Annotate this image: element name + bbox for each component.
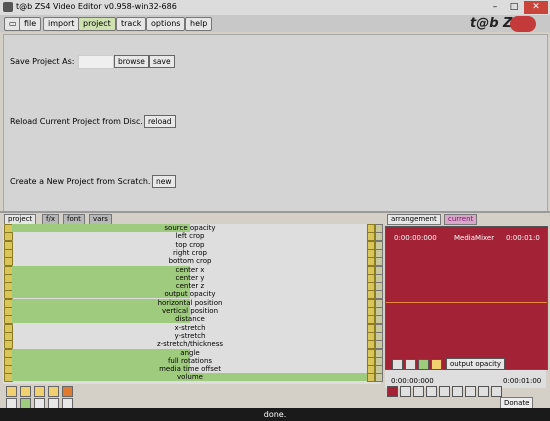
snap-icon[interactable]	[491, 386, 502, 397]
tab-arrangement[interactable]: arrangement	[387, 214, 441, 225]
property-label: center z	[175, 282, 205, 291]
window-title: t@b ZS4 Video Editor v0.958-win32-686	[16, 2, 177, 11]
property-label: output opacity	[164, 290, 216, 299]
menu-project[interactable]: project	[78, 17, 116, 31]
record-icon[interactable]	[387, 386, 398, 397]
property-label: bottom crop	[168, 257, 212, 266]
menu-import[interactable]: import	[43, 17, 80, 31]
property-list: source opacity left crop top crop right cro…	[3, 224, 383, 384]
close-icon[interactable]: ✕	[524, 1, 548, 14]
project-panel: Save Project As: browse save Reload Curr…	[3, 34, 548, 212]
property-row[interactable]: top crop	[3, 240, 383, 250]
property-row[interactable]: center z	[3, 282, 383, 292]
save-icon[interactable]	[48, 386, 59, 397]
property-label: x-stretch	[174, 323, 206, 332]
timecode-right: 0:00:01:00	[503, 377, 542, 385]
menu-options[interactable]: options	[146, 17, 186, 31]
property-label: volume	[177, 373, 203, 382]
keyframe-icon[interactable]	[418, 359, 429, 370]
new-project-label: Create a New Project from Scratch.	[10, 177, 151, 186]
property-label: center y	[175, 273, 205, 282]
property-label: distance	[175, 315, 205, 324]
property-label: y-stretch	[174, 331, 206, 340]
cut-icon[interactable]	[400, 386, 411, 397]
lower-tabs: project f/x font vars	[4, 214, 134, 225]
app-icon	[3, 2, 13, 12]
property-label: right crop	[173, 248, 207, 257]
brand-emblem-icon	[510, 16, 536, 32]
property-row[interactable]: angle	[3, 348, 383, 358]
property-row[interactable]: vertical position	[3, 307, 383, 316]
title-bar: t@b ZS4 Video Editor v0.958-win32-686 – …	[0, 0, 550, 16]
nav-left-icon[interactable]	[6, 386, 17, 397]
media-mixer-label: MediaMixer	[454, 234, 495, 242]
save-button[interactable]: save	[149, 55, 175, 68]
zoom-icon[interactable]	[439, 386, 450, 397]
zoom-in-icon[interactable]	[465, 386, 476, 397]
property-row[interactable]: center x	[3, 265, 383, 275]
keyframe-toggle-icon[interactable]	[367, 373, 375, 383]
property-label: left crop	[175, 232, 205, 241]
maximize-icon[interactable]: □	[505, 1, 523, 14]
arrangement-toolbar	[385, 386, 546, 397]
arrangement-panel[interactable]: 0:00:00:000 MediaMixer 0:00:01:0 output …	[385, 226, 548, 370]
property-row[interactable]: full rotations	[3, 356, 383, 366]
save-project-input[interactable]	[78, 55, 114, 69]
grid-icon[interactable]	[478, 386, 489, 397]
arrangement-start-time: 0:00:00:000	[394, 234, 437, 242]
zoom-out-icon[interactable]	[452, 386, 463, 397]
property-row[interactable]: y-stretch	[3, 331, 383, 341]
panel-splitter[interactable]	[0, 211, 550, 213]
timecode-left: 0:00:00:000	[391, 377, 434, 385]
info-icon[interactable]	[392, 359, 403, 370]
reset-icon[interactable]	[375, 373, 383, 383]
property-row[interactable]: volume	[3, 373, 383, 383]
reload-button[interactable]: reload	[144, 115, 176, 128]
param-prev-icon[interactable]	[431, 359, 442, 370]
menu-file[interactable]: file	[19, 17, 42, 31]
property-label: vertical position	[161, 307, 219, 315]
new-button[interactable]: new	[152, 175, 176, 188]
menu-help[interactable]: help	[185, 17, 213, 31]
browse-button[interactable]: browse	[114, 55, 149, 68]
property-row[interactable]: right crop	[3, 248, 383, 258]
opacity-curve[interactable]	[386, 302, 547, 303]
property-row[interactable]: source opacity	[3, 224, 383, 233]
tab-current[interactable]: current	[444, 214, 478, 225]
property-label: angle	[180, 348, 200, 357]
save-project-label: Save Project As:	[10, 57, 75, 66]
property-row[interactable]: output opacity	[3, 290, 383, 300]
property-label: top crop	[175, 240, 205, 249]
arrangement-end-time: 0:00:01:0	[506, 234, 540, 242]
menu-bar: ▭ file import project track options help	[0, 15, 550, 32]
status-text: done.	[263, 410, 287, 419]
property-label: full rotations	[167, 356, 213, 365]
arrangement-header: 0:00:00:000 MediaMixer 0:00:01:0	[386, 233, 547, 243]
property-label: horizontal position	[157, 298, 223, 307]
arrangement-tabs: arrangement current	[387, 214, 507, 225]
minimize-icon[interactable]: –	[486, 1, 504, 14]
property-row[interactable]: bottom crop	[3, 257, 383, 267]
property-label: source opacity	[164, 224, 216, 232]
property-row[interactable]: horizontal position	[3, 298, 383, 308]
menu-track[interactable]: track	[116, 17, 147, 31]
property-row[interactable]: x-stretch	[3, 323, 383, 333]
nav-right-icon[interactable]	[20, 386, 31, 397]
property-row[interactable]: media time offset	[3, 365, 383, 375]
reload-project-label: Reload Current Project from Disc.	[10, 117, 143, 126]
property-row[interactable]: center y	[3, 273, 383, 283]
marker-icon[interactable]	[426, 386, 437, 397]
property-row[interactable]: left crop	[3, 232, 383, 242]
property-row[interactable]: z-stretch/thickness	[3, 340, 383, 350]
folder-icon[interactable]	[34, 386, 45, 397]
property-row[interactable]: distance	[3, 315, 383, 325]
property-label: center x	[175, 265, 205, 274]
property-label: z-stretch/thickness	[156, 340, 224, 349]
status-bar: done.	[0, 408, 550, 421]
split-icon[interactable]	[413, 386, 424, 397]
property-label: media time offset	[159, 365, 221, 374]
output-opacity-button[interactable]: output opacity	[446, 358, 506, 370]
delete-icon[interactable]	[62, 386, 73, 397]
curve-mode-icon[interactable]	[405, 359, 416, 370]
